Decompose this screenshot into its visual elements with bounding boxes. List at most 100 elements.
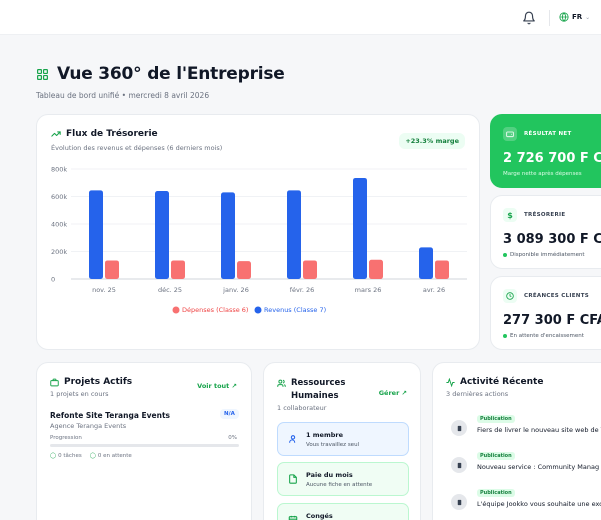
bar-revenue xyxy=(419,247,433,279)
document-icon xyxy=(451,494,467,510)
status-badge: N/A xyxy=(220,409,239,419)
legend-swatch-expenses xyxy=(172,306,180,314)
x-tick-label: nov. 25 xyxy=(92,286,116,294)
activity-tag: Publication xyxy=(477,452,515,460)
pending-count: ◯ 0 en attente xyxy=(90,453,132,459)
cashflow-subtitle: Évolution des revenus et dépenses (6 der… xyxy=(51,144,223,152)
legend-swatch-revenue xyxy=(254,306,262,314)
kpi-net-value: 2 726 700 F CFA xyxy=(503,151,601,166)
activity-card: Activité Récente 3 dernières actions Pub… xyxy=(432,362,601,520)
status-dot xyxy=(503,253,507,257)
x-tick-label: avr. 26 xyxy=(423,286,445,294)
tasks-count: ◯ 0 tâches xyxy=(50,453,82,459)
kpi-treasury-value: 3 089 300 F CFA xyxy=(503,232,601,247)
check-circle-icon: ◯ xyxy=(50,453,57,459)
kpi-treasury-label: TRÉSORERIE xyxy=(524,212,566,218)
project-meta: ◯ 0 tâches ◯ 0 en attente xyxy=(50,453,132,459)
projects-subtitle: 1 projets en cours xyxy=(50,390,109,398)
bar-revenue xyxy=(287,190,301,279)
activity-tag: Publication xyxy=(477,489,515,497)
chevron-down-icon: ⌄ xyxy=(585,13,591,21)
kpi-treasury[interactable]: $ TRÉSORERIE 3 089 300 F CFA Disponible … xyxy=(490,195,601,269)
calendar-icon xyxy=(288,515,298,520)
activity-text: Nouveau service : Community Manag xyxy=(477,463,600,471)
globe-icon xyxy=(559,12,569,22)
briefcase-icon xyxy=(50,378,59,386)
bar-expenses xyxy=(171,260,185,279)
hr-card: Ressources Humaines Gérer ↗ 1 collaborat… xyxy=(263,362,421,520)
projects-title: Projets Actifs xyxy=(64,377,133,387)
activity-icon xyxy=(446,377,455,387)
top-bar: FR ⌄ xyxy=(0,0,601,35)
projects-view-all-link[interactable]: Voir tout ↗ xyxy=(197,382,237,390)
y-tick-label: 400k xyxy=(51,221,67,229)
bell-icon[interactable] xyxy=(522,11,536,25)
language-selector[interactable]: FR ⌄ xyxy=(559,12,590,22)
kpi-receivables-note-row: En attente d'encaissement xyxy=(503,333,584,339)
progress-label: Progression xyxy=(50,435,82,441)
bar-expenses xyxy=(369,259,383,279)
bar-revenue xyxy=(89,190,103,279)
page-subtitle: Tableau de bord unifié • mercredi 8 avri… xyxy=(36,91,210,100)
bar-revenue xyxy=(221,192,235,279)
hr-item-title: Congés xyxy=(306,512,333,520)
kpi-net-note: Marge nette après dépenses xyxy=(503,171,582,177)
activity-text: Fiers de livrer le nouveau site web de T xyxy=(477,426,601,434)
activity-subtitle: 3 dernières actions xyxy=(446,390,509,398)
tasks-label: 0 tâches xyxy=(58,453,82,459)
x-tick-label: mars 26 xyxy=(355,286,382,294)
bar-expenses xyxy=(435,260,449,279)
hr-item-title: 1 membre xyxy=(306,431,344,439)
wallet-icon xyxy=(503,127,517,141)
progress-bar xyxy=(50,444,239,447)
hr-item-payroll[interactable]: Paie du mois Aucune fiche en attente xyxy=(277,462,409,496)
projects-header: Projets Actifs xyxy=(50,377,132,387)
page-title: Vue 360° de l'Entreprise xyxy=(36,64,285,84)
bar-expenses xyxy=(237,261,251,279)
legend-label-expenses: Dépenses (Classe 6) xyxy=(182,306,248,314)
hr-title-line1: Ressources xyxy=(291,378,346,388)
kpi-treasury-note-row: Disponible immédiatement xyxy=(503,252,585,258)
users-icon xyxy=(277,379,286,387)
topbar-divider xyxy=(549,10,550,26)
y-tick-label: 800k xyxy=(51,166,67,174)
margin-badge: +23.3% marge xyxy=(399,133,465,149)
kpi-receivables-label: CRÉANCES CLIENTS xyxy=(524,293,590,299)
trend-up-icon xyxy=(51,131,61,137)
document-icon xyxy=(451,420,467,436)
kpi-receivables-note: En attente d'encaissement xyxy=(510,333,584,339)
hr-title: Ressources Humaines xyxy=(291,377,345,403)
activity-item[interactable]: Publication L'équipe Jookko vous souhait… xyxy=(451,489,601,515)
kpi-receivables[interactable]: CRÉANCES CLIENTS 277 300 F CFA En attent… xyxy=(490,276,601,350)
hr-manage-link[interactable]: Gérer ↗ xyxy=(379,389,407,397)
project-name[interactable]: Refonte Site Teranga Events xyxy=(50,411,170,420)
kpi-net-result[interactable]: RÉSULTAT NET 2 726 700 F CFA Marge nette… xyxy=(490,114,601,188)
progress-value: 0% xyxy=(228,435,237,441)
kpi-treasury-note: Disponible immédiatement xyxy=(510,252,585,258)
clock-icon: ◯ xyxy=(89,453,96,459)
legend-label-revenue: Revenus (Classe 7) xyxy=(264,306,326,314)
document-icon xyxy=(289,474,297,484)
activity-item[interactable]: Publication Fiers de livrer le nouveau s… xyxy=(451,415,601,441)
hr-item-members[interactable]: 1 membre Vous travaillez seul xyxy=(277,422,409,456)
user-icon xyxy=(289,435,296,443)
project-client: Agence Teranga Events xyxy=(50,422,127,430)
status-dot xyxy=(503,334,507,338)
hr-header: Ressources Humaines xyxy=(277,377,345,403)
hr-subtitle: 1 collaborateur xyxy=(277,404,327,412)
y-tick-label: 0 xyxy=(51,276,55,284)
activity-item[interactable]: Publication Nouveau service : Community … xyxy=(451,452,601,478)
y-tick-label: 200k xyxy=(51,248,67,256)
hr-item-leave[interactable]: Congés xyxy=(277,503,409,520)
hr-title-line2: Humaines xyxy=(291,391,339,401)
activity-tag: Publication xyxy=(477,415,515,423)
projects-card: Projets Actifs 1 projets en cours Voir t… xyxy=(36,362,252,520)
bar-expenses xyxy=(303,260,317,279)
cashflow-header: Flux de Trésorerie xyxy=(51,129,158,139)
document-icon xyxy=(451,457,467,473)
bar-expenses xyxy=(105,260,119,279)
page-title-text: Vue 360° de l'Entreprise xyxy=(57,64,285,84)
activity-header: Activité Récente xyxy=(446,377,543,387)
activity-text: L'équipe Jookko vous souhaite une exc xyxy=(477,500,601,508)
kpi-receivables-value: 277 300 F CFA xyxy=(503,313,601,328)
